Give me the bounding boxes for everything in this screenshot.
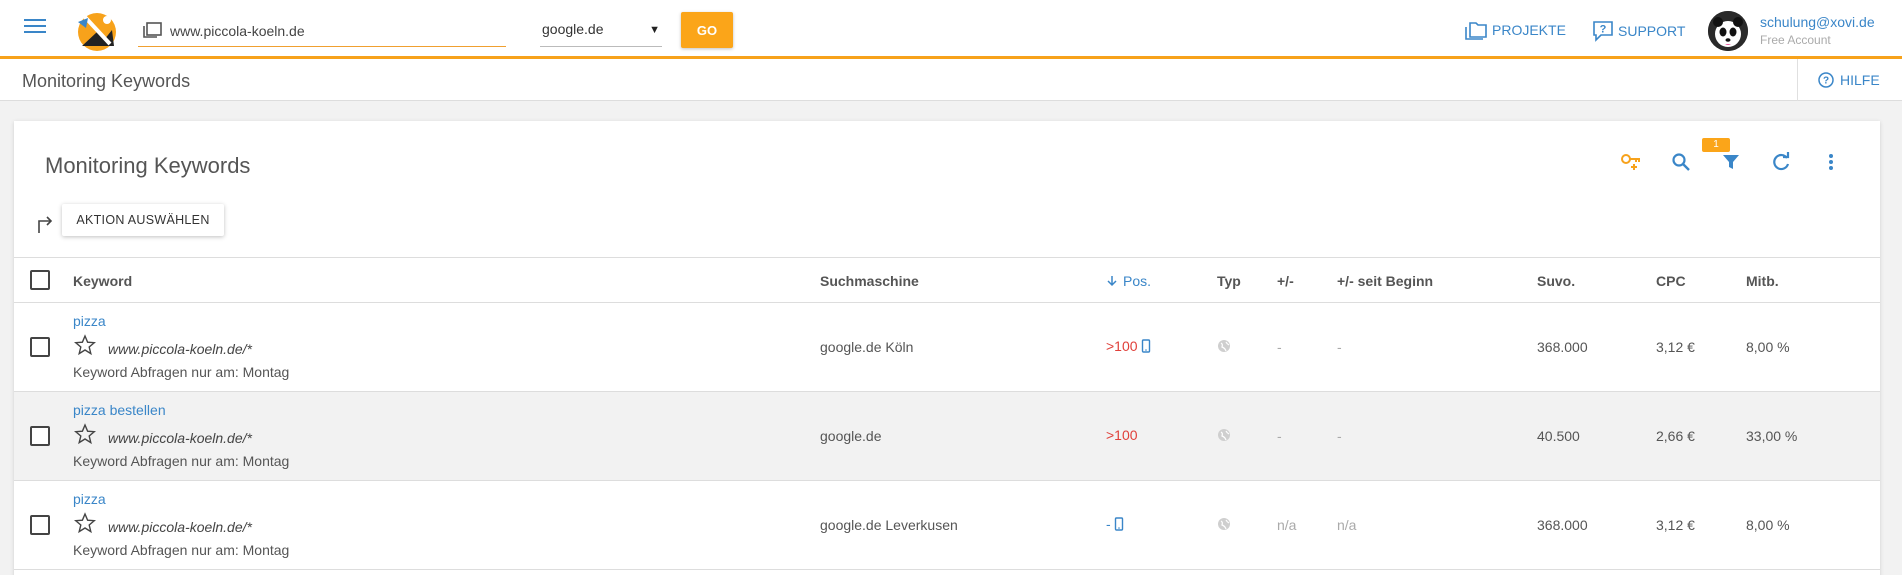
globe-icon — [1218, 429, 1230, 441]
select-all-checkbox[interactable] — [30, 270, 50, 290]
delta-since-cell: n/a — [1337, 517, 1357, 533]
star-icon[interactable] — [74, 512, 96, 534]
delta-since-cell: - — [1337, 339, 1342, 355]
mobile-icon — [1114, 517, 1123, 531]
keywords-table: Keyword Suchmaschine Pos. Typ +/- +/- se… — [14, 257, 1880, 570]
sub-header: Monitoring Keywords ? HILFE — [0, 59, 1902, 101]
column-engine[interactable]: Suchmaschine — [820, 273, 919, 289]
table-row[interactable]: pizza www.piccola-koeln.de/* Keyword Abf… — [14, 303, 1880, 392]
delta-since-cell: - — [1337, 428, 1342, 444]
keyword-url: www.piccola-koeln.de/* — [108, 430, 252, 446]
suvo-cell: 368.000 — [1537, 339, 1588, 355]
avatar[interactable] — [1708, 11, 1748, 51]
support-label: SUPPORT — [1618, 23, 1686, 39]
row-checkbox[interactable] — [30, 337, 50, 357]
pos-value: - — [1106, 516, 1111, 532]
refresh-icon[interactable] — [1766, 147, 1796, 177]
globe-icon — [1218, 340, 1230, 352]
svg-text:?: ? — [1823, 76, 1829, 87]
go-button[interactable]: GO — [681, 12, 733, 48]
keyword-link[interactable]: pizza — [73, 313, 106, 329]
xovi-logo — [78, 13, 116, 51]
top-bar: google.de ▼ GO PROJEKTE ? SUPPORT schulu… — [0, 0, 1902, 59]
keyword-note: Keyword Abfragen nur am: Montag — [73, 542, 290, 558]
panda-avatar-icon — [1708, 11, 1748, 51]
suvo-cell: 368.000 — [1537, 517, 1588, 533]
user-plan: Free Account — [1760, 33, 1831, 47]
keywords-card: Monitoring Keywords 1 AKTION AUSWÄHLEN K… — [14, 121, 1880, 575]
url-field[interactable] — [138, 15, 506, 47]
table-row[interactable]: pizza www.piccola-koeln.de/* Keyword Abf… — [14, 481, 1880, 570]
keyword-note: Keyword Abfragen nur am: Montag — [73, 453, 290, 469]
more-vert-icon[interactable] — [1816, 147, 1846, 177]
table-row[interactable]: pizza bestellen www.piccola-koeln.de/* K… — [14, 392, 1880, 481]
column-pos-label: Pos. — [1123, 273, 1152, 289]
delta-cell: - — [1277, 339, 1282, 355]
column-typ[interactable]: Typ — [1217, 273, 1241, 289]
engine-cell: google.de Köln — [820, 339, 914, 355]
folder-icon — [143, 22, 162, 38]
pos-cell: >100 — [1106, 427, 1138, 443]
keyword-url: www.piccola-koeln.de/* — [108, 519, 252, 535]
column-mitb[interactable]: Mitb. — [1746, 273, 1779, 289]
globe-icon — [1218, 518, 1230, 530]
column-suvo[interactable]: Suvo. — [1537, 273, 1575, 289]
pos-value: >100 — [1106, 338, 1138, 354]
row-checkbox[interactable] — [30, 426, 50, 446]
divider — [1797, 59, 1798, 101]
search-engine-select[interactable]: google.de ▼ — [540, 15, 662, 47]
help-circle-icon: ? — [1818, 72, 1834, 88]
help-label: HILFE — [1840, 72, 1880, 88]
projects-label: PROJEKTE — [1492, 22, 1566, 38]
column-pos[interactable]: Pos. — [1106, 273, 1151, 289]
engine-cell: google.de — [820, 428, 882, 444]
delta-cell: n/a — [1277, 517, 1297, 533]
mitb-cell: 33,00 % — [1746, 428, 1798, 444]
suvo-cell: 40.500 — [1537, 428, 1580, 444]
help-chat-icon: ? — [1593, 21, 1613, 42]
pos-cell: - — [1106, 516, 1124, 532]
folders-icon — [1465, 22, 1487, 40]
arrow-down-icon — [1107, 276, 1117, 287]
engine-cell: google.de Leverkusen — [820, 517, 958, 533]
page-title: Monitoring Keywords — [22, 71, 191, 91]
hamburger-menu-icon[interactable] — [24, 19, 46, 37]
corner-arrow-icon — [38, 216, 53, 233]
user-email[interactable]: schulung@xovi.de — [1760, 14, 1875, 30]
add-key-icon[interactable] — [1616, 147, 1646, 177]
mobile-icon — [1141, 339, 1150, 353]
cpc-cell: 2,66 € — [1656, 428, 1695, 444]
column-delta-since[interactable]: +/- seit Beginn — [1337, 273, 1433, 289]
search-engine-value: google.de — [542, 21, 604, 37]
mitb-cell: 8,00 % — [1746, 517, 1790, 533]
cpc-cell: 3,12 € — [1656, 517, 1695, 533]
delta-cell: - — [1277, 428, 1282, 444]
keyword-url: www.piccola-koeln.de/* — [108, 341, 252, 357]
cpc-cell: 3,12 € — [1656, 339, 1695, 355]
select-action-button[interactable]: AKTION AUSWÄHLEN — [62, 204, 224, 236]
filter-icon[interactable] — [1716, 147, 1746, 177]
pos-cell: >100 — [1106, 338, 1151, 354]
keyword-link[interactable]: pizza — [73, 491, 106, 507]
svg-text:?: ? — [1600, 24, 1607, 36]
column-delta[interactable]: +/- — [1277, 273, 1294, 289]
star-icon[interactable] — [74, 334, 96, 356]
projects-link[interactable]: PROJEKTE — [1464, 20, 1566, 40]
column-cpc[interactable]: CPC — [1656, 273, 1686, 289]
search-icon[interactable] — [1666, 147, 1696, 177]
table-header: Keyword Suchmaschine Pos. Typ +/- +/- se… — [14, 257, 1880, 303]
url-input[interactable] — [170, 20, 500, 42]
keyword-link[interactable]: pizza bestellen — [73, 402, 166, 418]
pos-value: >100 — [1106, 427, 1138, 443]
help-link[interactable]: ? HILFE — [1818, 72, 1880, 88]
card-title: Monitoring Keywords — [45, 153, 251, 178]
caret-down-icon: ▼ — [649, 24, 660, 36]
row-checkbox[interactable] — [30, 515, 50, 535]
keyword-note: Keyword Abfragen nur am: Montag — [73, 364, 290, 380]
mitb-cell: 8,00 % — [1746, 339, 1790, 355]
star-icon[interactable] — [74, 423, 96, 445]
support-link[interactable]: ? SUPPORT — [1592, 20, 1685, 42]
column-keyword[interactable]: Keyword — [73, 273, 132, 289]
